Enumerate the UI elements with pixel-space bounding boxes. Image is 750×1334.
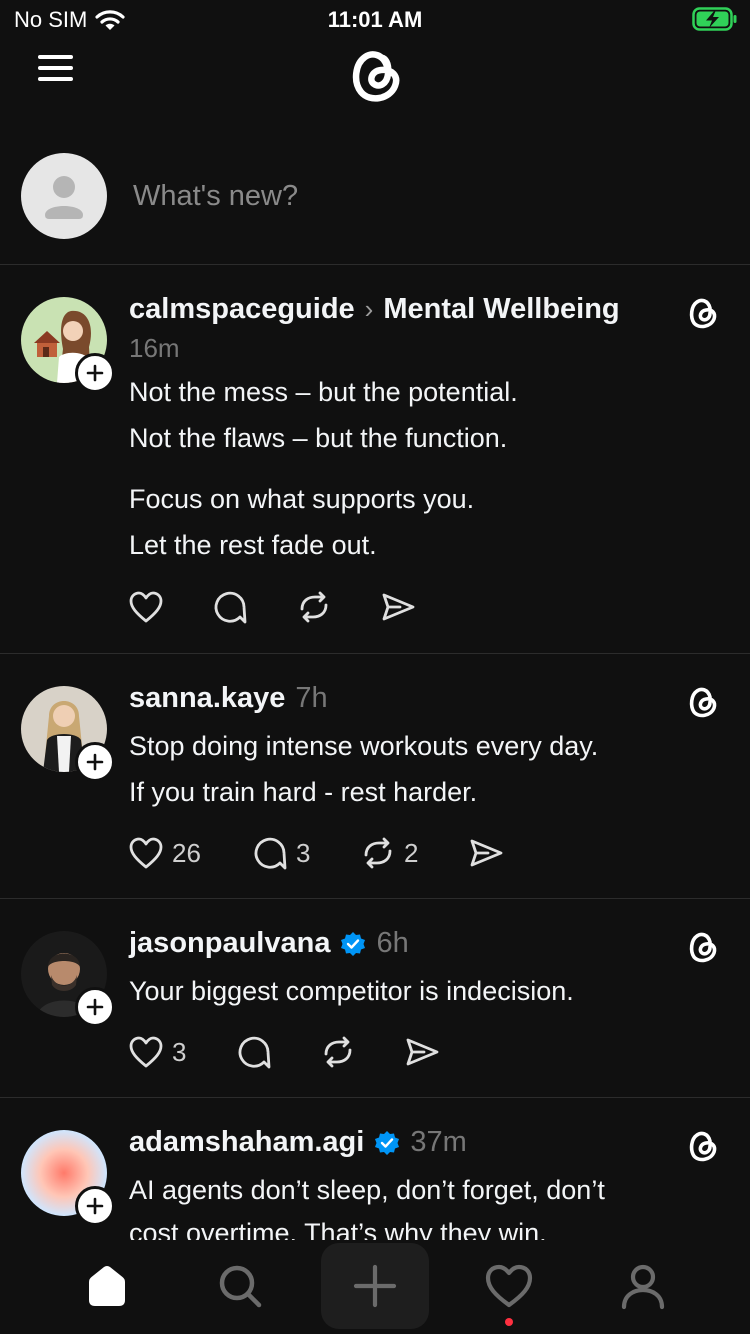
default-avatar-icon <box>45 176 83 219</box>
post-header: sanna.kaye 7h <box>129 682 328 715</box>
reply-button[interactable]: 3 <box>252 835 360 871</box>
post-line: Let the rest fade out. <box>129 530 377 560</box>
post-line: Not the flaws – but the function. <box>129 423 508 453</box>
reply-icon <box>238 1036 271 1069</box>
share-button[interactable] <box>468 835 504 871</box>
post-line: cost overtime. That’s why they win. <box>129 1218 547 1240</box>
share-icon <box>382 593 415 621</box>
reply-icon <box>254 837 287 870</box>
post-line: Stop doing intense workouts every day. <box>129 731 599 761</box>
reply-count: 3 <box>296 837 311 868</box>
username[interactable]: jasonpaulvana <box>129 927 330 960</box>
repost-button[interactable] <box>320 1034 404 1070</box>
like-icon <box>129 837 163 869</box>
plus-icon <box>86 998 104 1016</box>
threads-logo-icon[interactable] <box>343 40 405 104</box>
composer-placeholder[interactable]: What's new? <box>133 180 298 213</box>
repost-icon <box>364 837 392 869</box>
username[interactable]: adamshaham.agi <box>129 1126 364 1159</box>
own-avatar <box>21 153 107 239</box>
threads-icon[interactable] <box>684 1126 720 1162</box>
repost-icon <box>300 591 328 623</box>
follow-button[interactable] <box>75 987 115 1027</box>
threads-icon[interactable] <box>684 927 720 963</box>
follow-button[interactable] <box>75 1186 115 1226</box>
battery-charging-icon <box>692 7 737 31</box>
post-line: If you train hard - rest harder. <box>129 777 478 807</box>
repost-icon <box>324 1036 352 1068</box>
tab-profile[interactable] <box>613 1256 673 1316</box>
status-bar: No SIM 11:01 AM <box>0 0 750 40</box>
repost-count: 2 <box>404 837 419 868</box>
plus-icon <box>86 1197 104 1215</box>
like-button[interactable]: 3 <box>128 1035 236 1069</box>
follow-button[interactable] <box>75 742 115 782</box>
like-count: 3 <box>172 1036 187 1067</box>
threads-icon[interactable] <box>684 293 720 329</box>
post-actions: 3 <box>128 1034 440 1070</box>
post-time: 6h <box>376 927 409 959</box>
thread-post[interactable]: jasonpaulvana 6h Your biggest competitor… <box>0 899 750 1098</box>
tab-activity[interactable] <box>479 1256 539 1316</box>
tab-create[interactable] <box>321 1243 429 1329</box>
post-line: AI agents don’t sleep, don’t forget, don… <box>129 1175 605 1205</box>
post-header: adamshaham.agi 37m <box>129 1126 467 1159</box>
post-header: jasonpaulvana 6h <box>129 927 409 960</box>
like-button[interactable] <box>128 590 212 624</box>
share-button[interactable] <box>380 589 464 625</box>
bottom-tab-bar <box>0 1240 750 1334</box>
repost-button[interactable] <box>296 589 380 625</box>
reply-button[interactable] <box>212 589 296 625</box>
thread-post[interactable]: calmspaceguide › Mental Wellbeing 16m No… <box>0 265 750 654</box>
post-actions <box>128 589 464 625</box>
profile-icon <box>621 1264 665 1310</box>
post-line: Focus on what supports you. <box>129 484 475 514</box>
username[interactable]: calmspaceguide <box>129 293 355 326</box>
post-time: 16m <box>129 333 180 363</box>
username[interactable]: sanna.kaye <box>129 682 285 715</box>
threads-icon[interactable] <box>684 682 720 718</box>
tab-search[interactable] <box>210 1256 270 1316</box>
like-icon <box>129 591 163 623</box>
clock: 11:01 AM <box>327 7 423 32</box>
plus-icon <box>86 753 104 771</box>
repost-button[interactable]: 2 <box>360 835 468 871</box>
hamburger-menu-icon[interactable] <box>36 52 76 84</box>
search-icon <box>219 1265 262 1308</box>
reply-button[interactable] <box>236 1034 320 1070</box>
post-line: Your biggest competitor is indecision. <box>129 976 574 1006</box>
topic-tag[interactable]: Mental Wellbeing <box>383 293 619 326</box>
share-icon <box>470 839 503 867</box>
post-time: 37m <box>410 1126 467 1158</box>
activity-icon <box>485 1264 533 1308</box>
like-button[interactable]: 26 <box>128 836 252 870</box>
post-actions: 26 3 2 <box>128 835 504 871</box>
post-header: calmspaceguide › Mental Wellbeing <box>129 293 620 326</box>
follow-button[interactable] <box>75 353 115 393</box>
reply-icon <box>214 591 247 624</box>
thread-post[interactable]: sanna.kaye 7h Stop doing intense workout… <box>0 654 750 899</box>
new-thread-composer[interactable]: What's new? <box>0 140 750 265</box>
post-line: Not the mess – but the potential. <box>129 377 518 407</box>
like-count: 26 <box>172 837 201 868</box>
chevron-right-icon: › <box>364 294 374 324</box>
thread-post[interactable]: adamshaham.agi 37m AI agents don’t sleep… <box>0 1098 750 1240</box>
share-icon <box>406 1038 439 1066</box>
create-icon <box>353 1264 397 1308</box>
notification-dot <box>505 1318 513 1326</box>
share-button[interactable] <box>404 1034 440 1070</box>
verified-badge-icon <box>375 1130 400 1155</box>
plus-icon <box>86 364 104 382</box>
like-icon <box>129 1036 163 1068</box>
home-icon <box>89 1266 125 1306</box>
verified-badge-icon <box>341 931 366 956</box>
post-time: 7h <box>295 682 328 714</box>
tab-home[interactable] <box>77 1256 137 1316</box>
